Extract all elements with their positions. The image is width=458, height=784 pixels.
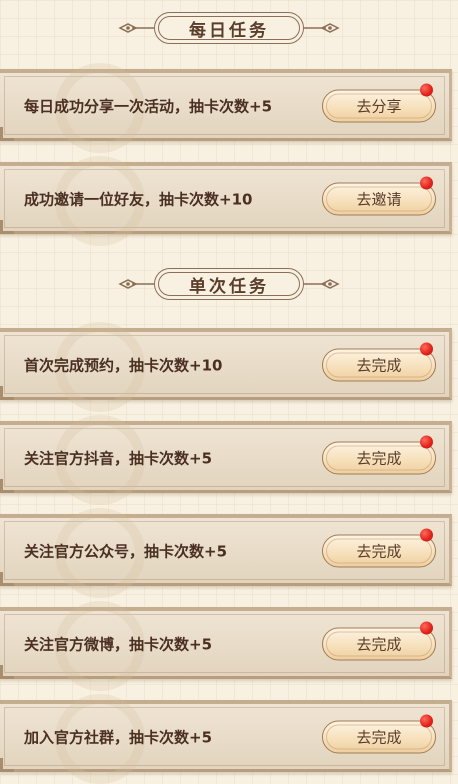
task-text: 关注官方公众号，抽卡次数+5 [24,542,228,560]
task-card-daily-share: 每日成功分享一次活动，抽卡次数+5 去分享 [0,63,452,153]
notification-dot-icon [420,528,433,541]
task-text: 每日成功分享一次活动，抽卡次数+5 [24,97,273,115]
card-corner-ornament [0,220,14,234]
task-card-weibo: 关注官方微博，抽卡次数+5 去完成 [0,601,452,691]
notification-dot-icon [420,435,433,448]
card-corner-ornament [0,758,14,772]
task-card-wechat-official: 关注官方公众号，抽卡次数+5 去完成 [0,508,452,598]
notification-dot-icon [420,342,433,355]
complete-button-label: 去完成 [356,728,402,746]
task-card-community: 加入官方社群，抽卡次数+5 去完成 [0,694,452,784]
card-corner-ornament [0,386,14,400]
task-text: 加入官方社群，抽卡次数+5 [24,728,213,746]
daily-section-title: 每日任务 [189,20,269,41]
complete-button[interactable]: 去完成 [322,714,436,753]
card-corner-ornament [0,665,14,679]
complete-button-label: 去完成 [356,635,402,653]
complete-button-label: 去完成 [356,542,402,560]
notification-dot-icon [420,621,433,634]
task-text: 首次完成预约，抽卡次数+10 [24,356,223,374]
card-corner-ornament [0,572,14,586]
notification-dot-icon [420,714,433,727]
task-text: 关注官方抖音，抽卡次数+5 [24,449,213,467]
card-corner-ornament [0,127,14,141]
complete-button[interactable]: 去完成 [322,435,436,474]
complete-button[interactable]: 去完成 [322,621,436,660]
once-section-header: 单次任务 [0,266,458,302]
task-card-reservation: 首次完成预约，抽卡次数+10 去完成 [0,322,452,412]
complete-button[interactable]: 去完成 [322,528,436,567]
notification-dot-icon [420,176,433,189]
share-button[interactable]: 去分享 [322,83,436,122]
complete-button-label: 去完成 [356,449,402,467]
task-text: 成功邀请一位好友，抽卡次数+10 [24,190,253,208]
daily-section-header: 每日任务 [0,10,458,46]
task-text: 关注官方微博，抽卡次数+5 [24,635,213,653]
invite-button-label: 去邀请 [356,190,402,208]
complete-button[interactable]: 去完成 [322,342,436,381]
card-corner-ornament [0,479,14,493]
once-section-title: 单次任务 [189,276,269,297]
daily-header-plaque: 每日任务 [154,12,304,44]
notification-dot-icon [420,83,433,96]
invite-button[interactable]: 去邀请 [322,176,436,215]
share-button-label: 去分享 [356,97,402,115]
complete-button-label: 去完成 [356,356,402,374]
task-card-douyin: 关注官方抖音，抽卡次数+5 去完成 [0,415,452,505]
once-header-plaque: 单次任务 [154,268,304,300]
task-card-daily-invite: 成功邀请一位好友，抽卡次数+10 去邀请 [0,156,452,246]
